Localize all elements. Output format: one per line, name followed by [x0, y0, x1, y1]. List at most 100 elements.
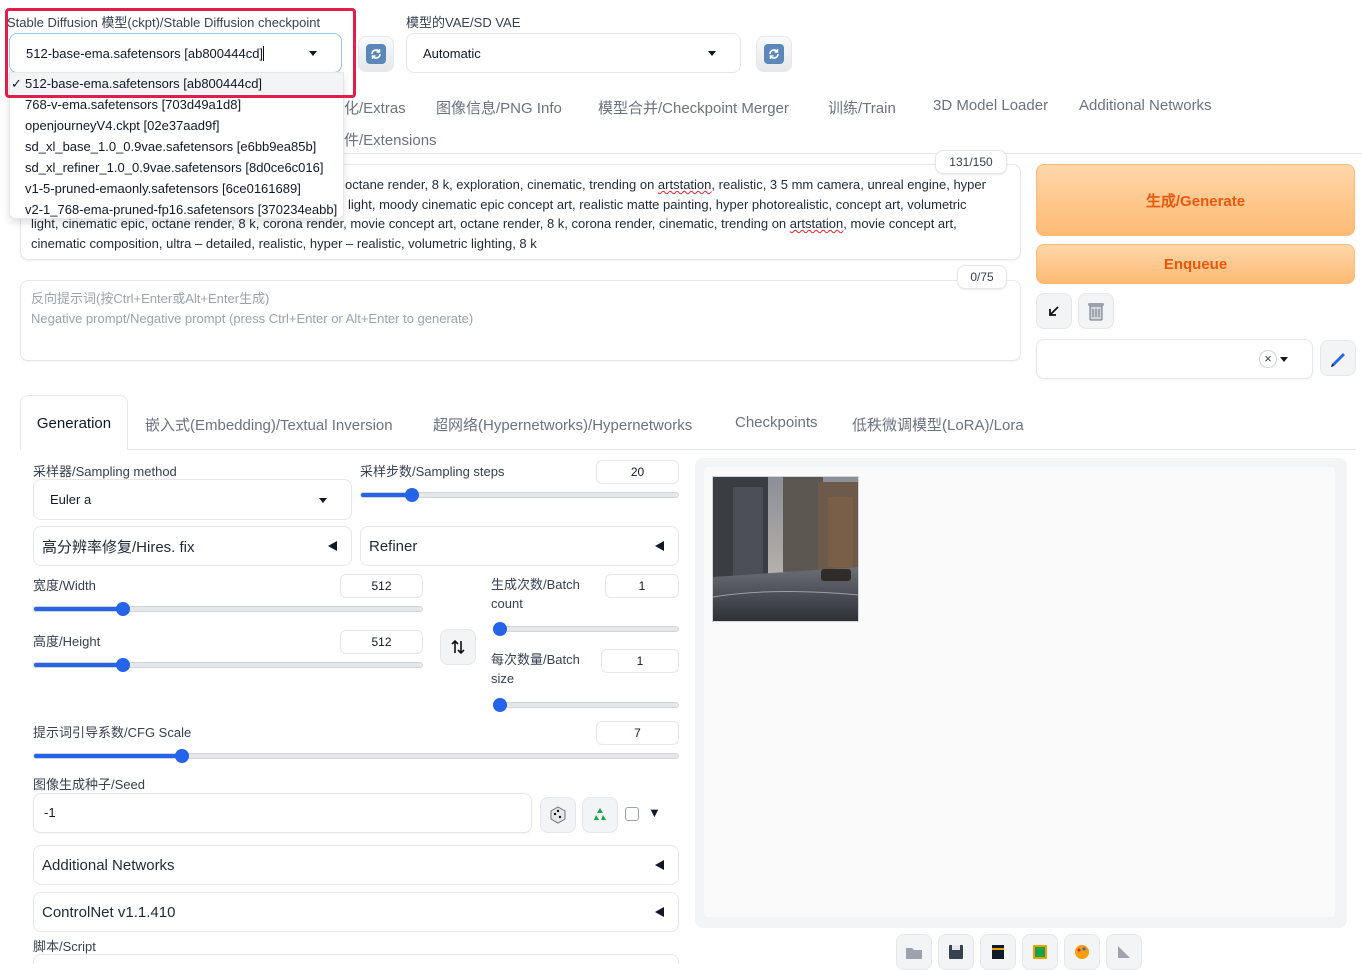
slider-thumb[interactable] — [175, 749, 190, 763]
send-to-extras-button[interactable] — [1106, 934, 1142, 970]
trash-icon — [1088, 303, 1104, 321]
tab-extensions[interactable]: 件/Extensions — [344, 129, 437, 150]
slider-thumb[interactable] — [493, 698, 507, 712]
width-label: 宽度/Width — [33, 578, 96, 593]
batch-size-input[interactable]: 1 — [601, 649, 679, 673]
highlight-box — [5, 8, 356, 98]
batch-count-label: 生成次数/Batch count — [491, 575, 580, 613]
apply-styles-button[interactable] — [1320, 340, 1356, 376]
generate-button[interactable]: 生成/Generate — [1036, 164, 1355, 236]
tab-png-info[interactable]: 图像信息/PNG Info — [436, 97, 562, 118]
slider-thumb[interactable] — [116, 602, 131, 616]
tab-checkpoints[interactable]: Checkpoints — [735, 414, 818, 431]
option-label: v1-5-pruned-emaonly.safetensors [6ce0161… — [25, 181, 301, 196]
hires-fix-label: 高分辨率修复/Hires. fix — [42, 538, 195, 556]
slider-thumb[interactable] — [404, 488, 419, 502]
batch-size-label: 每次数量/Batch size — [491, 650, 580, 688]
enqueue-button[interactable]: Enqueue — [1036, 244, 1355, 284]
option-label: 768-v-ema.safetensors [703d49a1d8] — [25, 97, 242, 112]
width-slider[interactable] — [33, 602, 423, 616]
hires-fix-accordion[interactable]: 高分辨率修复/Hires. fix — [33, 526, 352, 566]
refresh-icon — [764, 44, 784, 64]
save-button[interactable] — [938, 934, 974, 970]
tab-generation-label: Generation — [36, 415, 112, 432]
tab-hypernetworks[interactable]: 超网络(Hypernetworks)/Hypernetworks — [433, 414, 692, 435]
random-seed-button[interactable] — [540, 797, 576, 833]
reuse-seed-button[interactable] — [582, 797, 618, 833]
batch-count-input[interactable]: 1 — [605, 574, 679, 598]
collapse-arrow-icon — [655, 907, 664, 917]
tab-extras[interactable]: 化/Extras — [344, 97, 406, 118]
tab-train[interactable]: 训练/Train — [828, 97, 896, 118]
tab-3d-model-loader[interactable]: 3D Model Loader — [933, 97, 1048, 114]
batch-count-slider[interactable] — [493, 622, 679, 636]
additional-networks-accordion[interactable]: Additional Networks — [33, 845, 679, 885]
vae-select[interactable]: Automatic — [406, 33, 741, 73]
extra-seed-toggle[interactable]: ▼ — [648, 805, 661, 820]
send-to-inpaint-button[interactable] — [1064, 934, 1100, 970]
height-label: 高度/Height — [33, 634, 101, 649]
height-input[interactable]: 512 — [340, 630, 423, 654]
tabs-divider — [340, 153, 1362, 154]
width-input[interactable]: 512 — [340, 574, 423, 598]
controlnet-label: ControlNet v1.1.410 — [42, 903, 176, 921]
script-label: 脚本/Script — [33, 939, 96, 954]
extra-seed-checkbox[interactable] — [625, 807, 639, 821]
tab-generation[interactable]: Generation — [20, 395, 128, 450]
sampling-method-value: Euler a — [50, 492, 92, 507]
dropdown-option[interactable]: sd_xl_refiner_1.0_0.9vae.safetensors [8d… — [10, 157, 343, 178]
label-line: 每次数量/Batch — [491, 652, 580, 667]
sampling-steps-label: 采样步数/Sampling steps — [360, 464, 505, 479]
option-label: sd_xl_refiner_1.0_0.9vae.safetensors [8d… — [25, 160, 324, 175]
prompt-line: octane render, 8 k, exploration, cinemat… — [345, 177, 655, 192]
misspelled-word: artstation — [789, 216, 844, 232]
swap-dimensions-button[interactable] — [440, 629, 476, 665]
misspelled-word: artstation — [657, 177, 712, 192]
sampling-steps-input[interactable]: 20 — [596, 460, 679, 484]
batch-size-slider[interactable] — [493, 698, 679, 712]
open-folder-button[interactable] — [896, 934, 932, 970]
save-icon — [949, 945, 963, 959]
refiner-accordion[interactable]: Refiner — [360, 526, 679, 566]
send-to-img2img-button[interactable] — [1022, 934, 1058, 970]
dropdown-option[interactable]: openjourneyV4.ckpt [02e37aad9f] — [10, 115, 343, 136]
tab-checkpoint-merger[interactable]: 模型合并/Checkpoint Merger — [598, 97, 789, 118]
script-select[interactable] — [33, 954, 679, 964]
triangle-icon — [1118, 946, 1130, 958]
additional-networks-label: Additional Networks — [42, 856, 175, 874]
height-slider[interactable] — [33, 658, 423, 672]
dice-icon — [550, 806, 566, 824]
dropdown-option[interactable]: sd_xl_base_1.0_0.9vae.safetensors [e6bb9… — [10, 136, 343, 157]
tab-additional-networks[interactable]: Additional Networks — [1079, 97, 1212, 114]
option-label: sd_xl_base_1.0_0.9vae.safetensors [e6bb9… — [25, 139, 317, 154]
generated-image-thumbnail[interactable] — [712, 476, 859, 622]
slider-thumb[interactable] — [493, 622, 507, 636]
refresh-vae-button[interactable] — [756, 36, 792, 72]
controlnet-accordion[interactable]: ControlNet v1.1.410 — [33, 892, 679, 932]
seed-input[interactable]: -1 — [33, 793, 532, 833]
refiner-label: Refiner — [369, 537, 418, 555]
cfg-scale-input[interactable]: 7 — [596, 721, 679, 745]
sampling-method-select[interactable]: Euler a — [33, 479, 352, 520]
swap-icon — [451, 639, 465, 655]
slider-fill — [34, 754, 183, 758]
zip-icon — [992, 945, 1004, 959]
tab-textual-inversion[interactable]: 嵌入式(Embedding)/Textual Inversion — [145, 414, 393, 435]
read-params-button[interactable] — [1036, 293, 1072, 329]
refresh-checkpoint-button[interactable] — [358, 36, 394, 72]
chevron-down-icon — [1280, 357, 1288, 362]
dropdown-option[interactable]: v2-1_768-ema-pruned-fp16.safetensors [37… — [10, 199, 343, 220]
clear-prompt-button[interactable] — [1078, 293, 1114, 329]
tab-lora[interactable]: 低秩微调模型(LoRA)/Lora — [852, 414, 1024, 435]
cfg-scale-slider[interactable] — [33, 749, 679, 763]
clear-icon[interactable]: × — [1259, 350, 1277, 368]
styles-select[interactable]: × — [1036, 339, 1313, 379]
placeholder-line: Negative prompt/Negative prompt (press C… — [31, 311, 474, 326]
chevron-down-icon — [708, 51, 716, 56]
negative-prompt-token-counter: 0/75 — [957, 265, 1007, 289]
sampling-steps-slider[interactable] — [360, 488, 679, 502]
slider-thumb[interactable] — [116, 658, 131, 672]
prompt-line: cinematic composition, ultra – detailed,… — [31, 235, 537, 251]
dropdown-option[interactable]: v1-5-pruned-emaonly.safetensors [6ce0161… — [10, 178, 343, 199]
zip-button[interactable] — [980, 934, 1016, 970]
